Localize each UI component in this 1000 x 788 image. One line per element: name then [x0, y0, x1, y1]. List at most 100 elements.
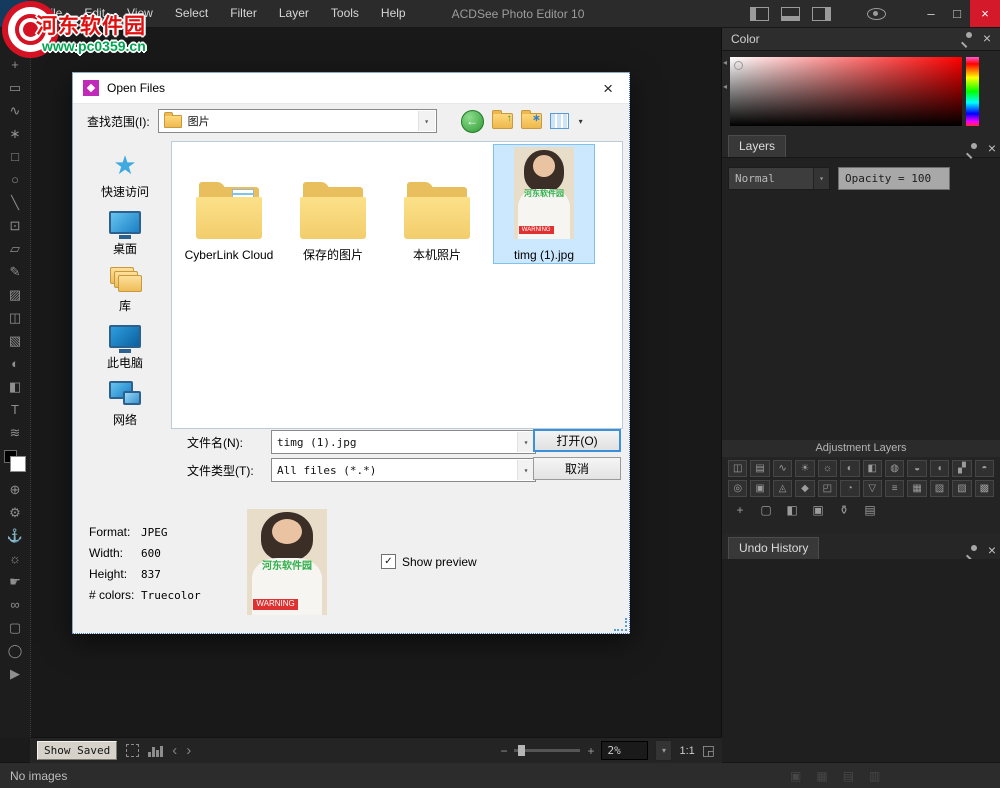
place-libraries[interactable]: 库: [81, 263, 169, 320]
tab-undo-history[interactable]: Undo History: [728, 537, 819, 559]
select-tool[interactable]: ↖: [2, 30, 28, 53]
gradient-tool[interactable]: ◫: [2, 306, 28, 329]
adj-blur-icon[interactable]: ▩: [975, 480, 994, 497]
open-button[interactable]: 打开(O): [533, 429, 621, 452]
app-icon[interactable]: [0, 0, 28, 27]
adj-channel-mixer-icon[interactable]: ▞: [952, 460, 971, 477]
dim-panel-icon-2[interactable]: ▦: [816, 769, 827, 783]
actual-size-button[interactable]: 1:1: [679, 745, 694, 757]
adj-noise-icon[interactable]: ▨: [930, 480, 949, 497]
adj-sharpen-icon[interactable]: ▧: [952, 480, 971, 497]
chevron-down-icon[interactable]: ▾: [813, 168, 829, 189]
clone-stamp-tool[interactable]: ▨: [2, 283, 28, 306]
dim-panel-icon-4[interactable]: ▥: [869, 769, 880, 783]
back-button[interactable]: ←: [461, 110, 484, 133]
adj-gradient-map-icon[interactable]: ◓: [975, 460, 994, 477]
chevron-down-icon[interactable]: ▾: [517, 460, 534, 480]
histogram-icon[interactable]: [148, 745, 163, 757]
navigator-icon[interactable]: ◲: [702, 742, 715, 759]
menu-tools[interactable]: Tools: [320, 0, 370, 27]
zoom-tool[interactable]: ⊕: [2, 478, 28, 501]
adj-pattern-icon[interactable]: ▦: [907, 480, 926, 497]
record-button[interactable]: ◯: [2, 639, 28, 662]
blur-tool[interactable]: ≋: [2, 421, 28, 444]
crop-tool[interactable]: ⊡: [2, 214, 28, 237]
file-item-saved-pictures[interactable]: 保存的图片: [283, 145, 383, 263]
ellipse-tool[interactable]: ○: [2, 168, 28, 191]
move-tool[interactable]: +: [2, 53, 28, 76]
opacity-field[interactable]: Opacity = 100: [838, 167, 950, 190]
chevron-down-icon[interactable]: ▾: [418, 111, 435, 131]
layer-properties-button[interactable]: ▤: [860, 501, 880, 518]
up-one-level-button[interactable]: ↑: [492, 113, 513, 129]
pin-icon[interactable]: [966, 143, 977, 154]
show-saved-button[interactable]: Show Saved: [37, 741, 117, 760]
delete-layer-button[interactable]: ⚱: [834, 501, 854, 518]
adj-white-balance-icon[interactable]: ☀: [795, 460, 814, 477]
adj-levels-icon[interactable]: ▤: [750, 460, 769, 477]
file-type-select[interactable]: All files (*.*) ▾: [271, 458, 536, 482]
layer-mask-button[interactable]: ◧: [782, 501, 802, 518]
menu-select[interactable]: Select: [164, 0, 219, 27]
close-panel-icon[interactable]: ×: [988, 141, 996, 155]
close-panel-icon[interactable]: ×: [988, 543, 996, 557]
menu-help[interactable]: Help: [370, 0, 417, 27]
slider-marker-icon[interactable]: ◂: [723, 83, 727, 91]
fit-image-icon[interactable]: [126, 744, 139, 757]
zoom-slider[interactable]: [514, 749, 580, 752]
play-button[interactable]: ▶: [2, 662, 28, 685]
adj-tone-curve-icon[interactable]: ≡: [885, 480, 904, 497]
foreground-color-swatch[interactable]: [10, 456, 26, 472]
close-panel-icon[interactable]: ×: [983, 31, 991, 45]
pin-icon[interactable]: [961, 32, 972, 43]
zoom-dropdown-icon[interactable]: ▾: [655, 740, 672, 761]
zoom-slider-thumb[interactable]: [518, 745, 525, 756]
hand-tool[interactable]: ☛: [2, 570, 28, 593]
fill-tool[interactable]: ◧: [2, 375, 28, 398]
smart-link-tool[interactable]: ∞: [2, 593, 28, 616]
adj-color-balance-icon[interactable]: ◍: [885, 460, 904, 477]
file-item-local-photos[interactable]: 本机照片: [387, 145, 487, 263]
menu-filter[interactable]: Filter: [219, 0, 268, 27]
settings-tool[interactable]: ⚙: [2, 501, 28, 524]
blend-mode-select[interactable]: Normal ▾: [728, 167, 830, 190]
new-folder-button[interactable]: ∗: [521, 113, 542, 129]
adj-split-tone-icon[interactable]: ◰: [818, 480, 837, 497]
adj-vibrance-icon[interactable]: ◒: [907, 460, 926, 477]
file-item-cyberlink-cloud[interactable]: CyberLink Cloud: [179, 145, 279, 263]
pattern-tool[interactable]: ▧: [2, 329, 28, 352]
zoom-value-field[interactable]: 2%: [601, 741, 648, 760]
saturation-value-box[interactable]: [730, 57, 962, 126]
pencil-tool[interactable]: ✎: [2, 260, 28, 283]
tab-layers[interactable]: Layers: [728, 135, 786, 157]
dialog-titlebar[interactable]: Open Files ×: [73, 73, 629, 104]
hue-strip[interactable]: [966, 57, 979, 126]
group-layers-button[interactable]: ▢: [756, 501, 776, 518]
adj-photo-filter-icon[interactable]: ◖: [930, 460, 949, 477]
place-network[interactable]: 网络: [81, 377, 169, 434]
maximize-button[interactable]: □: [944, 0, 970, 27]
transform-tool[interactable]: ▱: [2, 237, 28, 260]
view-menu-button[interactable]: [550, 113, 569, 129]
lasso-tool[interactable]: ∿: [2, 99, 28, 122]
toggle-left-pane-icon[interactable]: [750, 7, 769, 21]
adj-selective-color-icon[interactable]: ◆: [795, 480, 814, 497]
marquee-tool[interactable]: ▭: [2, 76, 28, 99]
magic-wand-tool[interactable]: ∗: [2, 122, 28, 145]
text-tool[interactable]: T: [2, 398, 28, 421]
color-picker-marker[interactable]: [734, 61, 743, 70]
dim-panel-icon-3[interactable]: ▤: [843, 769, 854, 783]
menu-layer[interactable]: Layer: [268, 0, 320, 27]
adj-invert-icon[interactable]: ◎: [728, 480, 747, 497]
rectangle-tool[interactable]: □: [2, 145, 28, 168]
dim-panel-icon-1[interactable]: ▣: [790, 769, 801, 783]
adj-threshold-icon[interactable]: ◬: [773, 480, 792, 497]
toggle-bottom-pane-icon[interactable]: [781, 7, 800, 21]
adj-curves-icon[interactable]: ∿: [773, 460, 792, 477]
menu-file[interactable]: File: [32, 0, 73, 27]
menu-view[interactable]: View: [116, 0, 164, 27]
line-tool[interactable]: ╲: [2, 191, 28, 214]
adj-brightness-icon[interactable]: ☼: [818, 460, 837, 477]
anchor-tool[interactable]: ⚓: [2, 524, 28, 547]
menu-edit[interactable]: Edit: [73, 0, 116, 27]
